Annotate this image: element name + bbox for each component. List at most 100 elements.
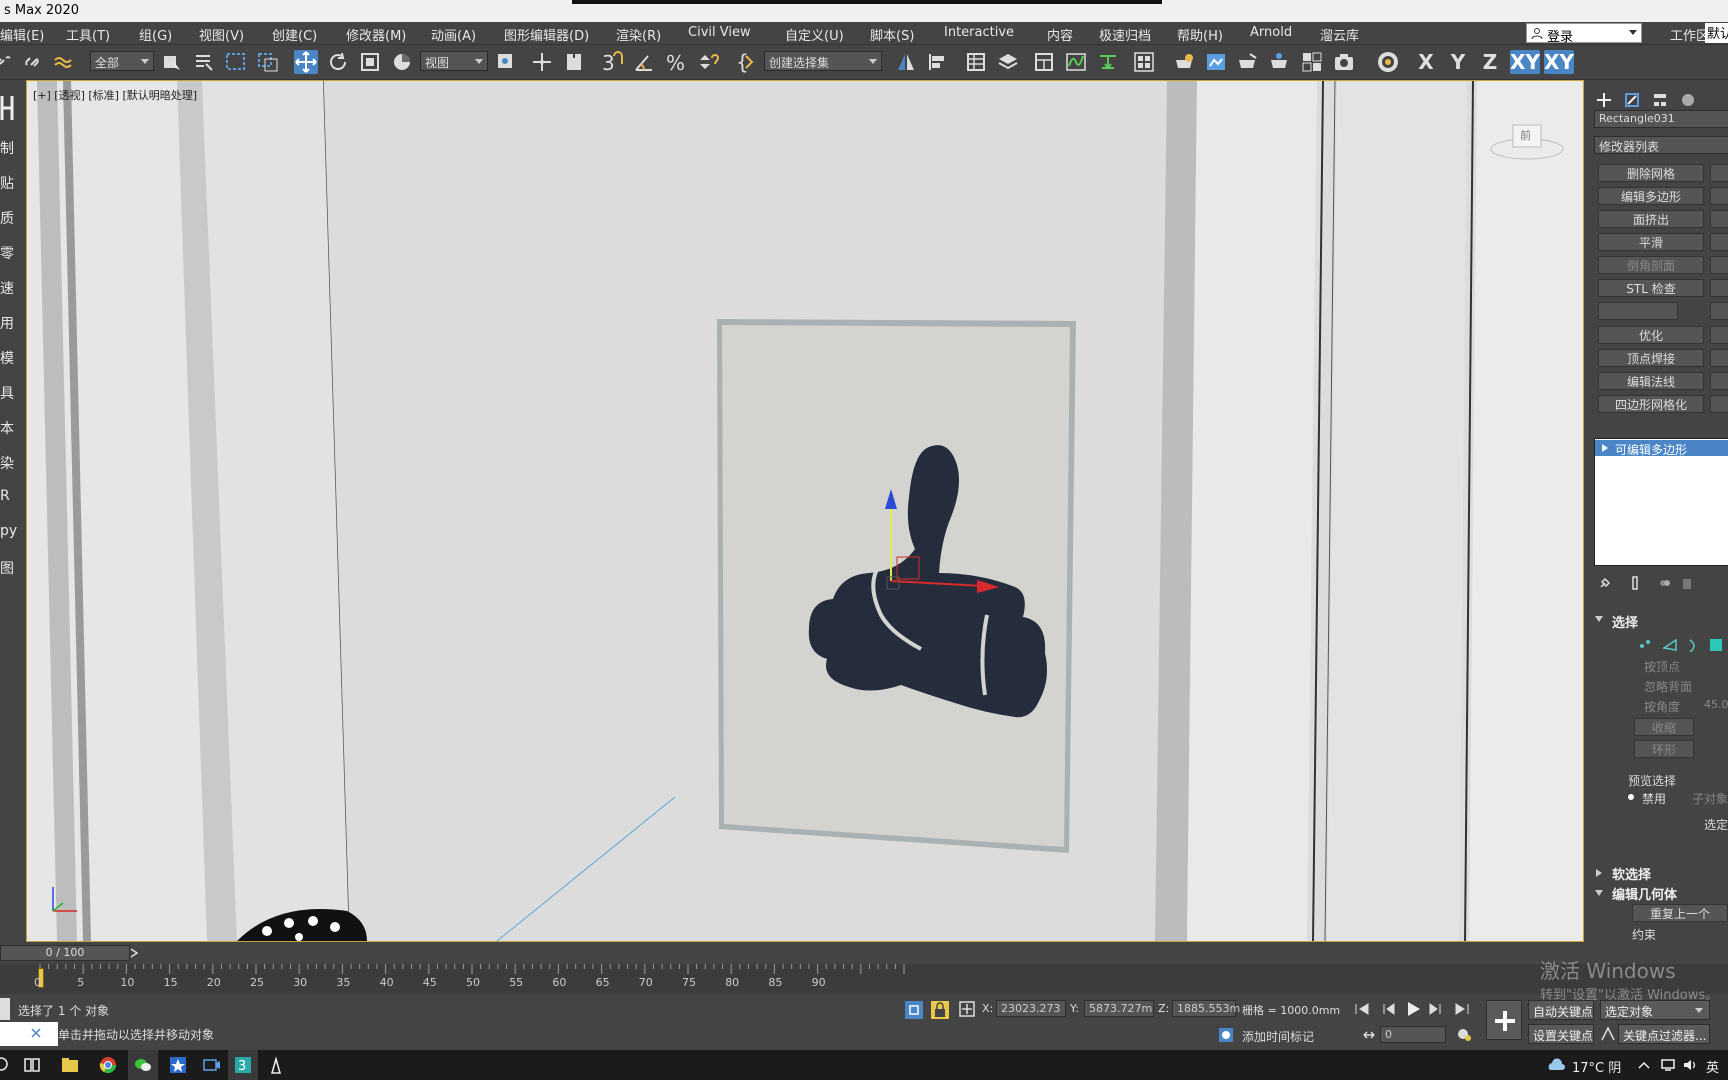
menu-animation[interactable]: 动画(A) [431,25,476,44]
mod-button-right-8[interactable] [1710,349,1728,367]
wechat-icon[interactable] [133,1055,153,1075]
scale-icon[interactable] [358,50,382,74]
previous-frame-icon[interactable] [1380,1002,1396,1016]
menu-customize[interactable]: 自定义(U) [785,25,844,44]
expand-arrow-icon[interactable] [1594,868,1604,878]
select-manipulate-icon[interactable] [530,50,554,74]
perspective-viewport[interactable]: [+] [透视] [标准] [默认明暗处理] 前 [26,80,1584,942]
current-frame-field[interactable]: 0 [1380,1026,1446,1043]
mod-button-right-2[interactable] [1710,210,1728,228]
menu-graph-editors[interactable]: 图形编辑器(D) [504,25,589,44]
mod-button-right-10[interactable] [1710,395,1728,413]
menu-group[interactable]: 组(G) [139,25,172,44]
mod-button-edit-poly[interactable]: 编辑多边形 [1598,187,1704,205]
modifier-stack[interactable]: 可编辑多边形 [1594,438,1728,566]
maxscript-mini-listener[interactable] [0,998,10,1020]
bind-spacewarp-icon[interactable] [52,50,76,74]
menu-interactive[interactable]: Interactive [944,25,1014,40]
angle-snap-icon[interactable] [632,50,656,74]
menu-help[interactable]: 帮助(H) [1177,25,1223,44]
mod-button-right-9[interactable] [1710,372,1728,390]
motion-tab-icon[interactable] [1680,92,1696,108]
rollout-edit-geometry-title[interactable]: 编辑几何体 [1612,884,1677,903]
remove-modifier-icon[interactable] [1680,576,1694,590]
constrain-z-button[interactable]: Z [1478,50,1502,74]
mod-button-right-0[interactable] [1710,164,1728,182]
strip-item-6[interactable]: 模 [0,348,16,368]
key-mode-toggle-icon[interactable] [1362,1028,1376,1042]
mod-button-empty[interactable] [1598,302,1678,320]
strip-item-8[interactable]: 本 [0,418,16,438]
menu-archive[interactable]: 极速归档 [1099,25,1151,44]
scene-explorer-icon[interactable] [964,50,988,74]
stack-item-editable-poly[interactable]: 可编辑多边形 [1595,440,1728,457]
mod-button-right-5[interactable] [1710,279,1728,297]
key-filters-button[interactable]: 关键点过滤器... [1618,1024,1710,1044]
menu-rendering[interactable]: 渲染(R) [616,25,661,44]
next-frame-icon[interactable] [1428,1002,1444,1016]
mod-button-right-6[interactable] [1710,302,1728,320]
constrain-y-button[interactable]: Y [1446,50,1470,74]
create-tab-icon[interactable] [1596,92,1612,108]
unlink-icon[interactable] [22,50,46,74]
percent-snap-icon[interactable]: % [664,50,688,75]
toggle-ribbon-icon[interactable] [1032,50,1056,74]
isolate-selection-icon[interactable] [904,1000,924,1020]
rendered-frame-icon[interactable] [1204,50,1228,74]
vray-icon[interactable] [1376,50,1400,74]
render-setup-icon[interactable] [1172,50,1196,74]
selection-lock-icon[interactable] [930,1000,950,1020]
strip-item-11[interactable]: py [0,523,17,539]
collapse-arrow-icon[interactable] [1594,888,1604,898]
menu-modifiers[interactable]: 修改器(M) [346,25,406,44]
layer-explorer-icon[interactable] [996,50,1020,74]
add-time-tag-label[interactable]: 添加时间标记 [1242,1028,1314,1045]
make-unique-icon[interactable] [1658,576,1672,590]
menu-cloud-lib[interactable]: 溜云库 [1320,25,1359,44]
menu-content[interactable]: 内容 [1047,25,1073,44]
constrain-xy-cycle-button[interactable]: XY [1544,50,1574,74]
3dsmax-icon[interactable]: 3 [233,1055,253,1075]
weather-text[interactable]: 17°C 阴 [1572,1057,1621,1076]
mirror-icon[interactable] [894,50,918,74]
keyboard-shortcut-icon[interactable] [562,50,586,74]
move-icon[interactable] [294,50,318,74]
menu-view[interactable]: 视图(V) [199,25,244,44]
maxscript-mini-listener-lower[interactable] [0,1022,58,1046]
set-key-button[interactable]: 设置关键点 [1528,1024,1594,1044]
x-coord-field[interactable]: 23023.273 [996,1000,1066,1017]
place-icon[interactable] [390,50,414,74]
show-end-result-icon[interactable] [1628,576,1642,590]
menu-civil-view[interactable]: Civil View [688,25,751,40]
time-slider[interactable]: 0 / 100 [0,945,130,961]
camera-icon[interactable] [1332,50,1356,74]
edit-named-selection-icon[interactable]: { [734,50,758,74]
mod-button-face-extrude[interactable]: 面挤出 [1598,210,1704,228]
strip-item-5[interactable]: 用 [0,313,16,333]
strip-item-0[interactable]: 制 [0,138,16,158]
constrain-x-button[interactable]: X [1414,50,1438,74]
chrome-icon[interactable] [98,1055,118,1075]
ref-coord-dropdown[interactable]: 视图 [420,51,488,71]
material-editor-icon[interactable] [1132,50,1156,74]
rotate-icon[interactable] [326,50,350,74]
mod-button-vertex-weld[interactable]: 顶点焊接 [1598,349,1704,367]
menu-create[interactable]: 创建(C) [272,25,317,44]
subobject-level-icons[interactable] [1638,636,1728,652]
close-icon[interactable] [30,1027,42,1039]
hierarchy-tab-icon[interactable] [1652,92,1668,108]
named-selection-dropdown[interactable]: 创建选择集 [764,51,882,71]
chevron-up-icon[interactable] [1638,1060,1650,1070]
rollout-selection-title[interactable]: 选择 [1612,612,1638,631]
angle-value-field[interactable]: 45.0 [1704,698,1728,711]
timeline-ruler[interactable]: 0 5 10 15 20 25 30 35 40 45 50 55 60 65 70 75 80 85 90 [0,964,1728,994]
strip-item-2[interactable]: 质 [0,208,16,228]
mod-button-stl-check[interactable]: STL 检查 [1598,279,1704,297]
set-key-big-button[interactable] [1486,1000,1522,1040]
absolute-mode-icon[interactable] [958,1000,976,1018]
selection-filter-dropdown[interactable]: 全部 [90,51,154,71]
time-config-icon[interactable] [1456,1026,1472,1042]
time-tag-icon[interactable] [1218,1027,1234,1043]
file-explorer-icon[interactable] [60,1055,80,1075]
auto-key-button[interactable]: 自动关键点 [1528,1000,1594,1020]
